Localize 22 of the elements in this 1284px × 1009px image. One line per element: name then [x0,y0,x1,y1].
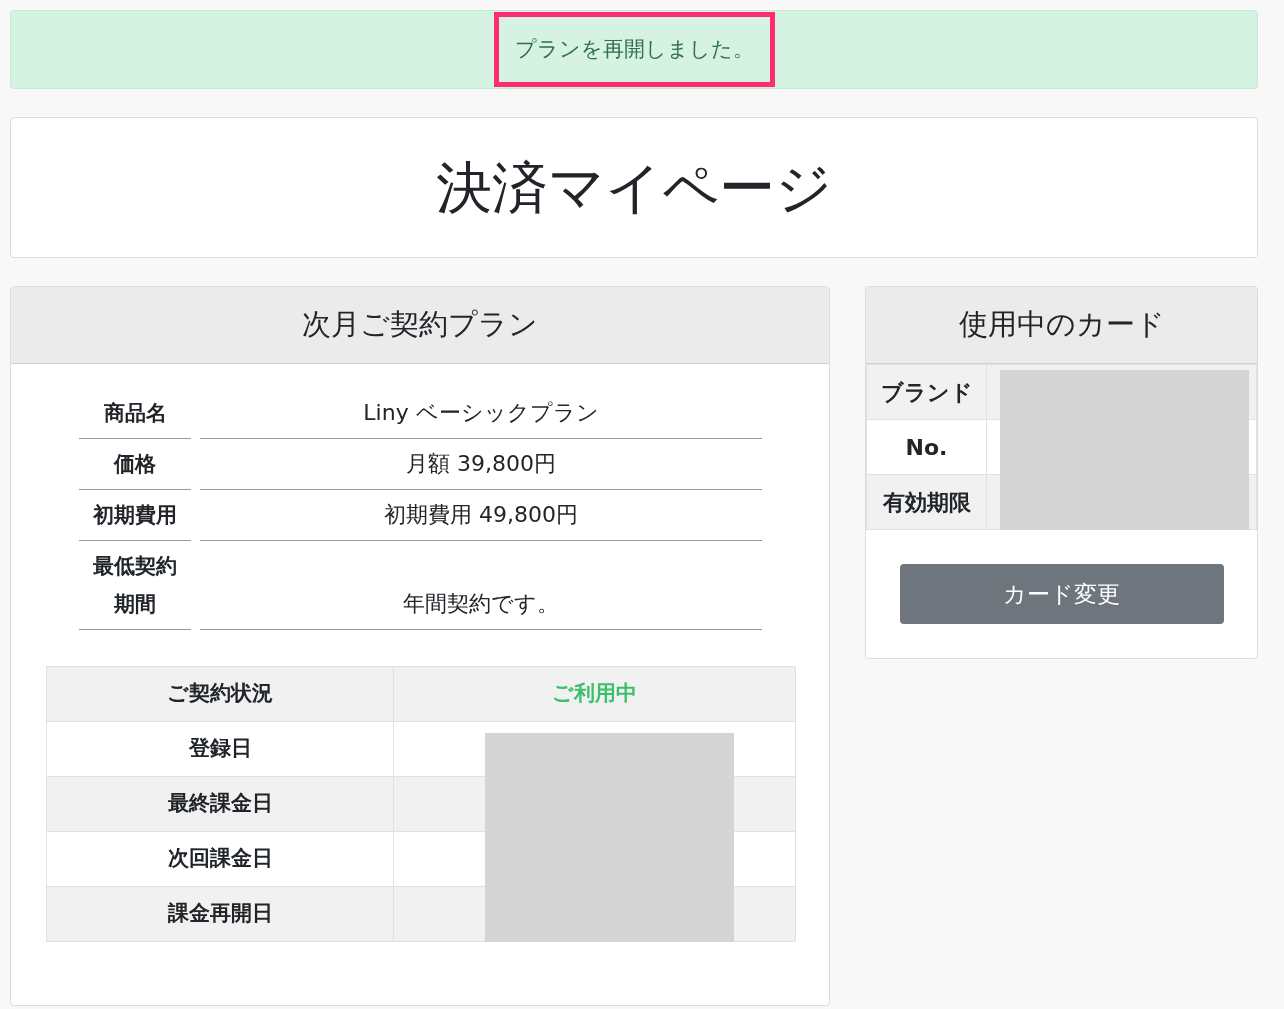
status-value: ご利用中 [393,666,796,722]
card-title: 使用中のカード [958,306,1165,344]
change-card-button[interactable]: カード変更 [899,564,1224,624]
table-cell: 最終課金日 [46,776,394,832]
row-label: 商品名 [79,388,191,439]
table-cell: 登録日 [46,721,394,777]
table-cell: No. [866,419,987,475]
row-value: 初期費用 49,800円 [200,490,762,541]
card-title: 次月ご契約プラン [302,306,538,344]
table-cell: ご契約状況 [46,666,394,722]
row-value: 年間契約です。 [200,579,762,630]
alert-message: プランを再開しました。 [514,35,754,63]
table-cell: ブランド [866,364,987,420]
row-label: 価格 [79,439,191,490]
table-cell: 次回課金日 [46,831,394,887]
row-value: 月額 39,800円 [200,439,762,490]
row-label: 初期費用 [79,490,191,541]
row-label: 最低契約期間 [79,541,191,630]
row-value: Liny ベーシックプラン [200,388,762,439]
table-cell: 有効期限 [866,474,987,530]
page-title: 決済マイページ [436,153,832,222]
table-cell: 課金再開日 [46,886,394,942]
